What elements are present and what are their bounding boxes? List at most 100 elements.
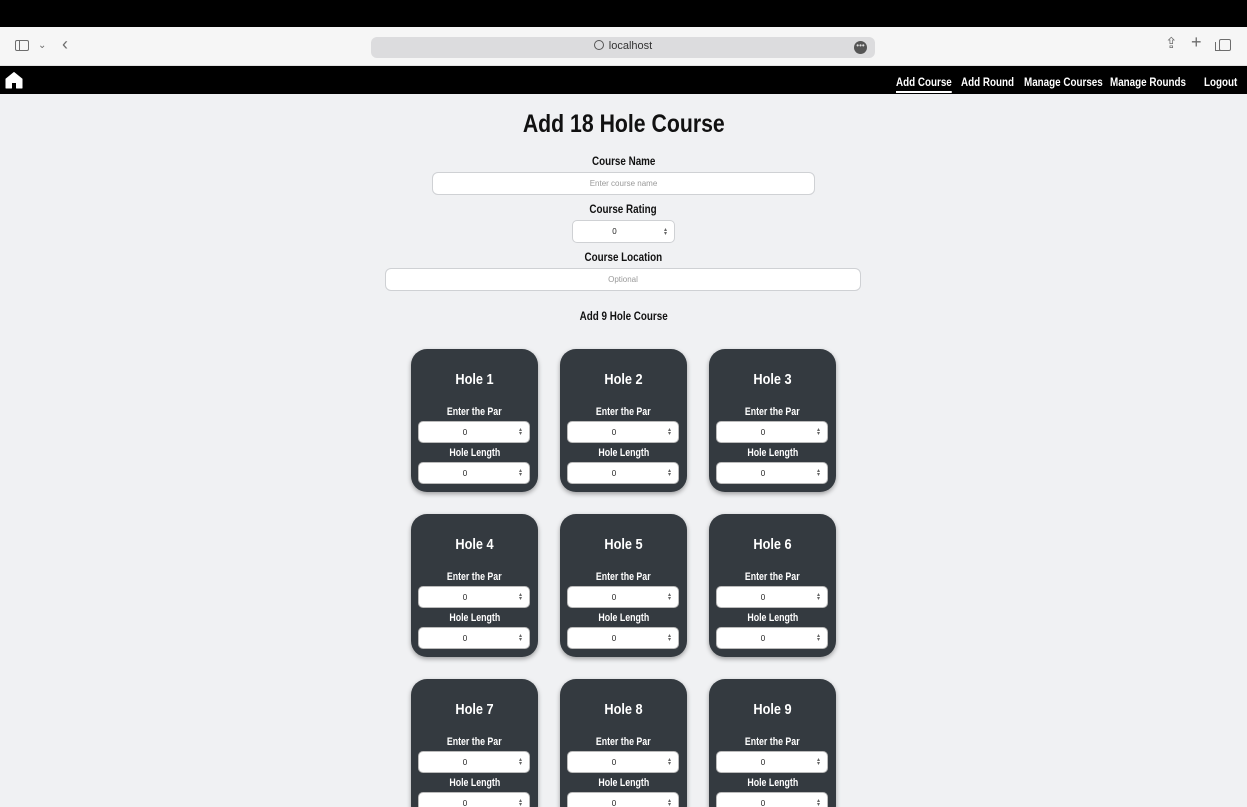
hole-length-label: Hole Length [747, 447, 798, 459]
hole-title: Hole 5 [604, 536, 643, 553]
par-input[interactable]: 0 ▴ ▾ [418, 751, 530, 773]
par-input[interactable]: 0 ▴ ▾ [716, 751, 828, 773]
course-name-input[interactable] [432, 172, 815, 195]
course-name-label: Course Name [591, 154, 656, 168]
hole-length-input[interactable]: 0 ▴ ▾ [716, 792, 828, 807]
hole-card: Hole 1 Enter the Par 0 ▴ ▾ Hole Length 0 ▴ ▾ [411, 349, 538, 492]
spinner-icon[interactable]: ▴ ▾ [664, 227, 667, 237]
spinner-icon[interactable]: ▴ ▾ [519, 468, 522, 478]
par-input[interactable]: 0 ▴ ▾ [567, 421, 679, 443]
spinner-icon[interactable]: ▴ ▾ [817, 427, 820, 437]
spinner-icon[interactable]: ▴ ▾ [519, 633, 522, 643]
hole-title: Hole 3 [753, 371, 792, 388]
hole-length-input[interactable]: 0 ▴ ▾ [418, 462, 530, 484]
spinner-icon[interactable]: ▴ ▾ [668, 427, 671, 437]
hole-title: Hole 2 [604, 371, 643, 388]
hole-length-input[interactable]: 0 ▴ ▾ [716, 627, 828, 649]
nav-manage-courses[interactable]: Manage Courses [1024, 75, 1103, 89]
hole-title: Hole 4 [455, 536, 494, 553]
par-label: Enter the Par [447, 571, 502, 583]
par-input[interactable]: 0 ▴ ▾ [567, 751, 679, 773]
par-input[interactable]: 0 ▴ ▾ [716, 421, 828, 443]
spinner-icon[interactable]: ▴ ▾ [519, 592, 522, 602]
nav-add-course[interactable]: Add Course [896, 75, 952, 93]
hole-title: Hole 6 [753, 536, 792, 553]
nav-logout[interactable]: Logout [1204, 75, 1237, 89]
back-arrow-icon[interactable]: ‹ [62, 35, 68, 53]
tab-overview-icon[interactable] [1215, 39, 1231, 51]
app-navbar: Add Course Add Round Manage Courses Mana… [0, 66, 1247, 94]
hole-card: Hole 8 Enter the Par 0 ▴ ▾ Hole Length 0 ▴ ▾ [560, 679, 687, 807]
spinner-icon[interactable]: ▴ ▾ [668, 757, 671, 767]
course-location-input[interactable] [385, 268, 861, 291]
hole-title: Hole 1 [455, 371, 494, 388]
hole-card: Hole 5 Enter the Par 0 ▴ ▾ Hole Length 0 ▴ ▾ [560, 514, 687, 657]
course-rating-label: Course Rating [589, 202, 658, 216]
par-input[interactable]: 0 ▴ ▾ [418, 586, 530, 608]
hole-length-input[interactable]: 0 ▴ ▾ [418, 627, 530, 649]
par-input[interactable]: 0 ▴ ▾ [418, 421, 530, 443]
hole-card: Hole 6 Enter the Par 0 ▴ ▾ Hole Length 0 ▴ ▾ [709, 514, 836, 657]
hole-length-input[interactable]: 0 ▴ ▾ [567, 462, 679, 484]
spinner-icon[interactable]: ▴ ▾ [668, 798, 671, 807]
hole-title: Hole 7 [455, 701, 494, 718]
spinner-icon[interactable]: ▴ ▾ [817, 468, 820, 478]
browser-toolbar: ⌄ ‹ localhost ••• ⇪ + [0, 27, 1247, 66]
hole-length-input[interactable]: 0 ▴ ▾ [567, 792, 679, 807]
hole-card: Hole 4 Enter the Par 0 ▴ ▾ Hole Length 0 ▴ ▾ [411, 514, 538, 657]
par-label: Enter the Par [447, 736, 502, 748]
hole-length-label: Hole Length [449, 612, 500, 624]
spinner-icon[interactable]: ▴ ▾ [519, 757, 522, 767]
course-rating-input[interactable]: 0 ▴ ▾ [572, 220, 675, 243]
par-input[interactable]: 0 ▴ ▾ [716, 586, 828, 608]
spinner-icon[interactable]: ▴ ▾ [519, 427, 522, 437]
share-icon[interactable]: ⇪ [1165, 36, 1178, 51]
url-text: localhost [608, 40, 653, 52]
hole-length-label: Hole Length [598, 612, 649, 624]
hole-length-label: Hole Length [747, 777, 798, 789]
par-label: Enter the Par [745, 571, 800, 583]
add-9-hole-course-link[interactable]: Add 9 Hole Course [0, 309, 1247, 323]
hole-card: Hole 3 Enter the Par 0 ▴ ▾ Hole Length 0 ▴ ▾ [709, 349, 836, 492]
spinner-icon[interactable]: ▴ ▾ [668, 468, 671, 478]
spinner-icon[interactable]: ▴ ▾ [817, 633, 820, 643]
course-location-label: Course Location [584, 250, 663, 264]
spinner-icon[interactable]: ▴ ▾ [817, 592, 820, 602]
par-label: Enter the Par [745, 406, 800, 418]
hole-title: Hole 8 [604, 701, 643, 718]
home-icon[interactable] [5, 71, 23, 89]
hole-length-label: Hole Length [598, 777, 649, 789]
nav-manage-rounds[interactable]: Manage Rounds [1110, 75, 1186, 89]
hole-length-input[interactable]: 0 ▴ ▾ [418, 792, 530, 807]
address-bar[interactable]: localhost ••• [371, 37, 875, 58]
par-label: Enter the Par [596, 736, 651, 748]
hole-card: Hole 9 Enter the Par 0 ▴ ▾ Hole Length 0 ▴ ▾ [709, 679, 836, 807]
sidebar-toggle-icon[interactable] [15, 40, 29, 51]
hole-card: Hole 2 Enter the Par 0 ▴ ▾ Hole Length 0 ▴ ▾ [560, 349, 687, 492]
spinner-icon[interactable]: ▴ ▾ [668, 592, 671, 602]
par-label: Enter the Par [596, 406, 651, 418]
spinner-icon[interactable]: ▴ ▾ [817, 798, 820, 807]
hole-length-label: Hole Length [449, 777, 500, 789]
new-tab-icon[interactable]: + [1191, 33, 1202, 51]
page-title: Add 18 Hole Course [522, 110, 725, 138]
hole-length-label: Hole Length [449, 447, 500, 459]
globe-icon [593, 40, 604, 50]
hole-card: Hole 7 Enter the Par 0 ▴ ▾ Hole Length 0 ▴ ▾ [411, 679, 538, 807]
hole-length-input[interactable]: 0 ▴ ▾ [567, 627, 679, 649]
spinner-icon[interactable]: ▴ ▾ [519, 798, 522, 807]
par-input[interactable]: 0 ▴ ▾ [567, 586, 679, 608]
hole-length-label: Hole Length [598, 447, 649, 459]
spinner-icon[interactable]: ▴ ▾ [817, 757, 820, 767]
hole-length-label: Hole Length [747, 612, 798, 624]
chevron-down-icon[interactable]: ⌄ [38, 39, 46, 53]
more-options-icon[interactable]: ••• [854, 41, 867, 54]
spinner-icon[interactable]: ▴ ▾ [668, 633, 671, 643]
hole-length-input[interactable]: 0 ▴ ▾ [716, 462, 828, 484]
hole-title: Hole 9 [753, 701, 792, 718]
par-label: Enter the Par [596, 571, 651, 583]
par-label: Enter the Par [745, 736, 800, 748]
par-label: Enter the Par [447, 406, 502, 418]
nav-add-round[interactable]: Add Round [961, 75, 1014, 89]
window-top-bar [0, 0, 1247, 27]
